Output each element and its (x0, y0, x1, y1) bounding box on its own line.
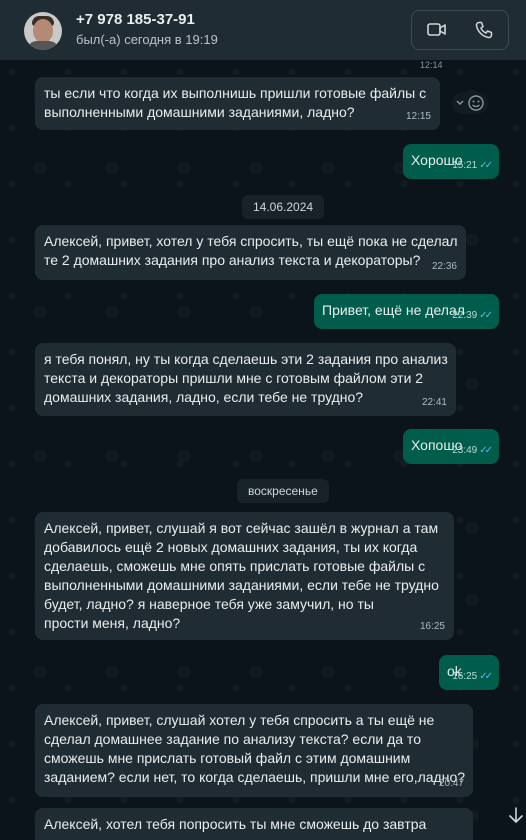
outgoing-message[interactable]: Хопошо 23:49 ✓✓ (403, 429, 499, 464)
avatar-shirt (27, 41, 59, 50)
message-list[interactable]: 12:14 ты если что когда их выполнишь при… (0, 60, 526, 840)
chat-header: +7 978 185-37-91 был(-а) сегодня в 19:19 (0, 0, 526, 60)
incoming-message[interactable]: ты если что когда их выполнишь пришли го… (35, 77, 440, 130)
video-call-button[interactable] (412, 11, 460, 49)
message-time-value: 15:21 (452, 160, 478, 171)
message-time: 22:39 ✓✓ (452, 306, 493, 325)
incoming-message[interactable]: Алексей, привет, слушай хотел у тебя спр… (35, 704, 473, 797)
contact-status: был(-а) сегодня в 19:19 (76, 32, 218, 47)
outgoing-message[interactable]: Привет, ещё не делал 22:39 ✓✓ (314, 294, 499, 329)
date-divider: воскресенье (237, 479, 329, 503)
read-ticks-icon: ✓✓ (479, 160, 493, 171)
contact-name[interactable]: +7 978 185-37-91 (76, 11, 195, 28)
date-divider: 14.06.2024 (242, 195, 325, 219)
message-time: 22:36 (431, 261, 457, 272)
avatar-face (33, 19, 53, 43)
message-time: 23:49 ✓✓ (452, 441, 493, 460)
read-ticks-icon: ✓✓ (479, 445, 493, 456)
contact-avatar[interactable] (24, 12, 62, 50)
call-buttons-group (411, 10, 509, 50)
voice-call-button[interactable] (460, 11, 508, 49)
message-text: ты если что когда их выполнишь пришли го… (44, 85, 427, 120)
message-time: 12:15 (405, 111, 431, 122)
outgoing-message[interactable]: Хорошо 15:21 ✓✓ (403, 144, 499, 179)
message-time: 20:47 (438, 778, 464, 789)
message-time: 22:41 (421, 397, 447, 408)
message-text: Алексей, привет, слушай хотел у тебя спр… (44, 712, 466, 785)
message-text: Алексей, хотел тебя попросить ты мне смо… (44, 816, 427, 832)
incoming-message[interactable]: я тебя понял, ну ты когда сделаешь эти 2… (35, 343, 456, 416)
message-time-value: 23:49 (452, 445, 478, 456)
smiley-icon (456, 95, 484, 111)
message-time-value: 16:25 (452, 671, 478, 682)
message-text: Алексей, привет, слушай я вот сейчас заш… (44, 520, 439, 631)
read-ticks-icon: ✓✓ (479, 310, 493, 321)
incoming-message[interactable]: Алексей, привет, хотел у тебя спросить, … (35, 225, 466, 280)
incoming-message[interactable]: Алексей, привет, слушай я вот сейчас заш… (35, 512, 454, 640)
message-time-value: 22:39 (452, 310, 478, 321)
message-text: Алексей, привет, хотел у тебя спросить, … (44, 233, 458, 268)
incoming-message[interactable]: Алексей, хотел тебя попросить ты мне смо… (35, 808, 473, 840)
message-time: 12:14 (420, 60, 443, 70)
message-text: я тебя понял, ну ты когда сделаешь эти 2… (44, 351, 448, 405)
add-reaction-button[interactable] (452, 92, 488, 114)
phone-icon (475, 21, 493, 39)
scroll-to-bottom-button[interactable] (506, 804, 526, 828)
read-ticks-icon: ✓✓ (479, 671, 493, 682)
arrow-down-icon (509, 807, 523, 823)
video-camera-icon (427, 23, 446, 36)
message-time: 16:25 (419, 621, 445, 632)
message-time: 16:25 ✓✓ (452, 667, 493, 686)
message-time: 15:21 ✓✓ (452, 156, 493, 175)
outgoing-message[interactable]: ok 16:25 ✓✓ (439, 655, 499, 690)
